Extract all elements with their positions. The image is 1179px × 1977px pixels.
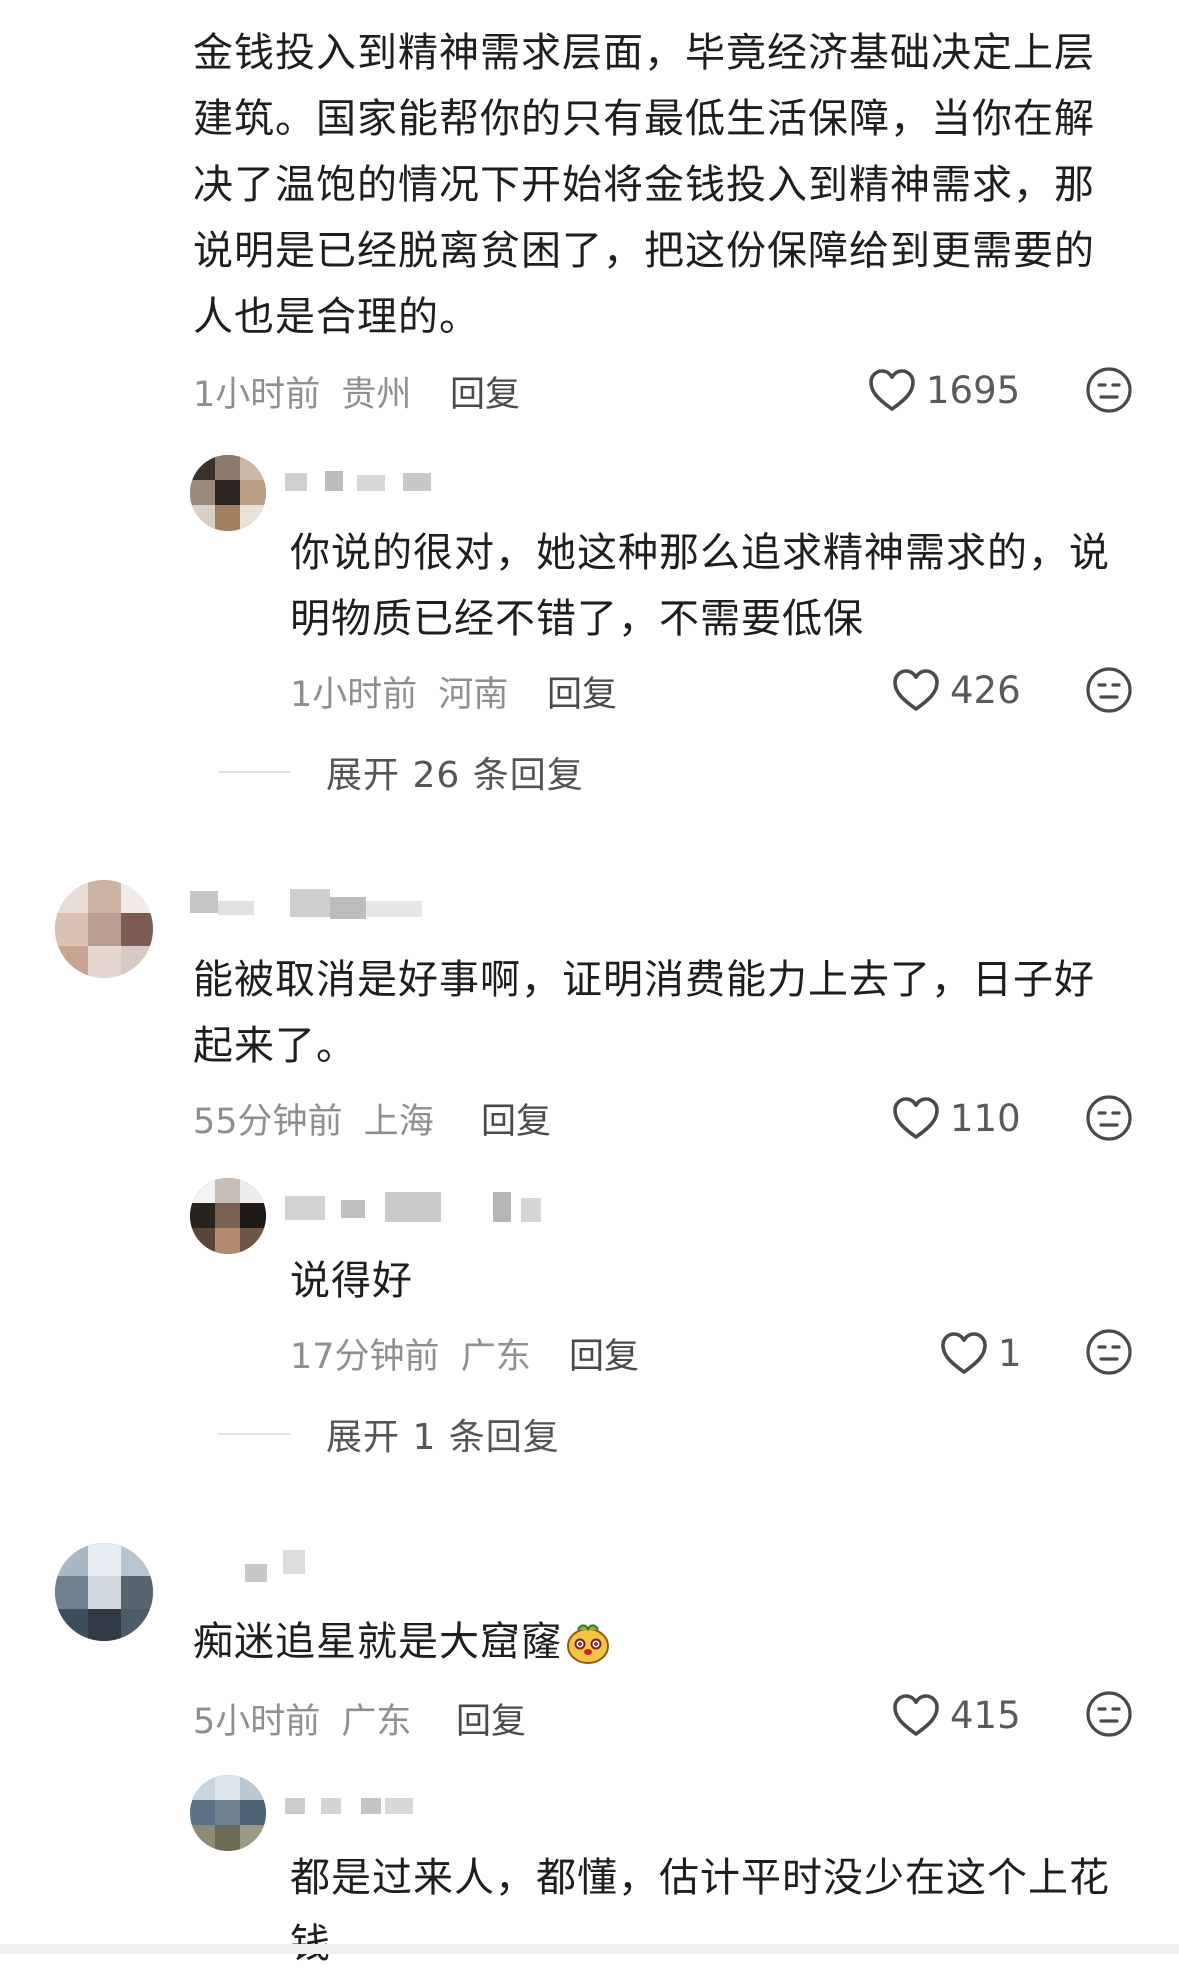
avatar[interactable] — [55, 1543, 153, 1641]
comment-location: 广东 — [341, 1702, 412, 1742]
blurred-username[interactable] — [190, 887, 460, 921]
heart-outline-icon — [893, 1694, 939, 1736]
blurred-username[interactable] — [285, 1790, 425, 1824]
heart-outline-icon — [941, 1332, 987, 1374]
like-count: 1695 — [926, 368, 1021, 412]
divider — [218, 1433, 290, 1435]
bottom-edge — [0, 1944, 1179, 1954]
reply-time: 17分钟前 — [290, 1337, 440, 1377]
reply-meta: 1小时前 河南 — [290, 666, 508, 717]
like-count: 1 — [998, 1331, 1022, 1375]
blurred-username[interactable] — [285, 1192, 555, 1226]
like-button[interactable]: 1695 — [868, 365, 1020, 415]
reply-button[interactable]: 回复 — [450, 366, 520, 417]
comment-location: 贵州 — [341, 375, 412, 415]
comment-meta: 55分钟前 上海 — [193, 1093, 434, 1144]
avatar[interactable] — [190, 1178, 266, 1254]
neutral-face-icon[interactable] — [1085, 666, 1133, 714]
expand-replies-button[interactable]: 展开 26 条回复 — [218, 746, 584, 798]
like-count: 110 — [950, 1096, 1021, 1140]
reply-time: 1小时前 — [290, 675, 418, 715]
like-button[interactable]: 1 — [940, 1328, 1022, 1378]
avatar[interactable] — [190, 1775, 266, 1851]
comment-meta: 5小时前 广东 — [193, 1693, 411, 1744]
comment-meta: 1小时前 贵州 — [193, 366, 411, 417]
reply-button[interactable]: 回复 — [456, 1693, 526, 1744]
heart-outline-icon — [893, 669, 939, 711]
comment-time: 55分钟前 — [193, 1102, 343, 1142]
neutral-face-icon[interactable] — [1085, 1328, 1133, 1376]
like-button[interactable]: 415 — [892, 1690, 1021, 1740]
like-count: 415 — [950, 1693, 1021, 1737]
reply-meta: 17分钟前 广东 — [290, 1328, 531, 1379]
comment-text: 金钱投入到精神需求层面，毕竟经济基础决定上层 建筑。国家能帮你的只有最低生活保障… — [193, 30, 1095, 340]
neutral-face-icon[interactable] — [1085, 1690, 1133, 1738]
avatar[interactable] — [55, 880, 153, 978]
comment-time: 1小时前 — [193, 375, 321, 415]
reply-location: 广东 — [460, 1337, 531, 1377]
like-button[interactable]: 426 — [892, 665, 1021, 715]
reply-text: 都是过来人，都懂，估计平时没少在这个上花 钱 — [290, 1855, 1110, 1967]
expand-replies-button[interactable]: 展开 1 条回复 — [218, 1408, 560, 1460]
neutral-face-icon[interactable] — [1085, 366, 1133, 414]
blurred-username[interactable] — [285, 465, 445, 499]
blurred-username[interactable] — [235, 1550, 335, 1584]
like-button[interactable]: 110 — [892, 1093, 1021, 1143]
divider — [218, 771, 290, 773]
reply-location: 河南 — [438, 675, 509, 715]
heart-outline-icon — [893, 1097, 939, 1139]
like-count: 426 — [950, 668, 1021, 712]
comment-location: 上海 — [363, 1102, 434, 1142]
reply-text: 你说的很对，她这种那么追求精神需求的，说 明物质已经不错了，不需要低保 — [290, 530, 1110, 642]
reply-button[interactable]: 回复 — [569, 1328, 639, 1379]
reply-button[interactable]: 回复 — [481, 1093, 551, 1144]
avatar[interactable] — [190, 455, 266, 531]
comment-text: 能被取消是好事啊，证明消费能力上去了，日子好 起来了。 — [193, 957, 1095, 1069]
cute-dog-emoji — [567, 1624, 609, 1664]
comment-time: 5小时前 — [193, 1702, 321, 1742]
reply-button[interactable]: 回复 — [547, 666, 617, 717]
heart-outline-icon — [869, 369, 915, 411]
comment-text: 痴迷追星就是大窟窿 — [193, 1609, 1153, 1675]
reply-text: 说得好 — [290, 1258, 413, 1304]
neutral-face-icon[interactable] — [1085, 1094, 1133, 1142]
